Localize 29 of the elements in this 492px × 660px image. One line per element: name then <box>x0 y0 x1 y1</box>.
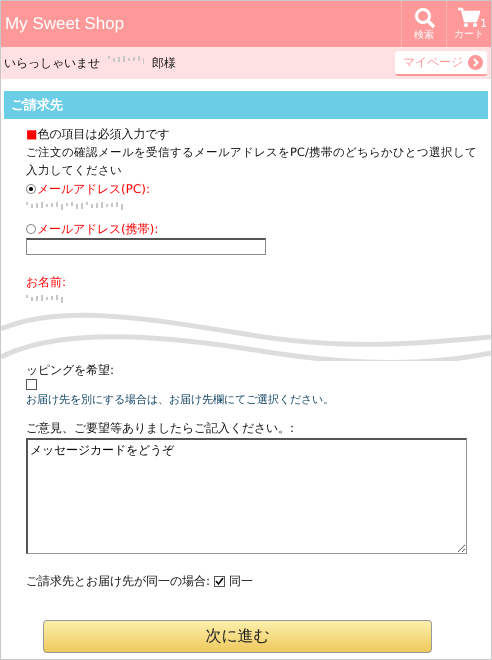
checkbox[interactable] <box>26 379 37 390</box>
instruction-text: ご注文の確認メールを受信するメールアドレスをPC/携帯のどちらかひとつ選択して入力してください <box>26 144 478 179</box>
checkbox-label: 同一 <box>229 573 254 590</box>
mypage-button[interactable]: マイページ <box>395 50 487 76</box>
obscured-text-drawing <box>26 293 66 303</box>
comment-field[interactable]: メッセージカードをどうぞ <box>26 438 467 554</box>
next-button[interactable]: 次に進む <box>43 620 432 653</box>
field-label: ご意見、ご要望等ありましたらご記入ください。: <box>26 420 296 437</box>
field-label: メールアドレス(携帯): <box>37 220 158 238</box>
field-label: ご請求先とお届け先が同一の場合: <box>26 573 210 590</box>
field-label: メールアドレス(PC): <box>37 180 150 198</box>
checkbox[interactable] <box>214 576 226 587</box>
greeting-text: いらっしゃいませ <box>4 54 100 72</box>
cart-count: 1 <box>480 17 487 30</box>
radio-button[interactable] <box>26 184 36 194</box>
required-marker: ■ <box>26 127 38 141</box>
shop-title: My Sweet Shop <box>4 14 126 34</box>
required-note: 色の項目は必須入力です <box>37 127 170 141</box>
field-label: お名前: <box>26 274 68 291</box>
section-title: ご請求先 <box>4 91 488 119</box>
field-label: ッピングを希望: <box>26 362 116 379</box>
customer-name: 郎様 <box>152 54 176 72</box>
input-field[interactable] <box>26 238 266 255</box>
radio-button[interactable] <box>26 224 36 234</box>
obscured-text-drawing <box>108 54 144 64</box>
help-text: お届け先を別にする場合は、お届け先欄にてご選択ください。 <box>26 392 335 407</box>
chevron-icon <box>468 54 483 70</box>
cart-icon <box>458 7 480 27</box>
search-icon <box>414 6 434 28</box>
